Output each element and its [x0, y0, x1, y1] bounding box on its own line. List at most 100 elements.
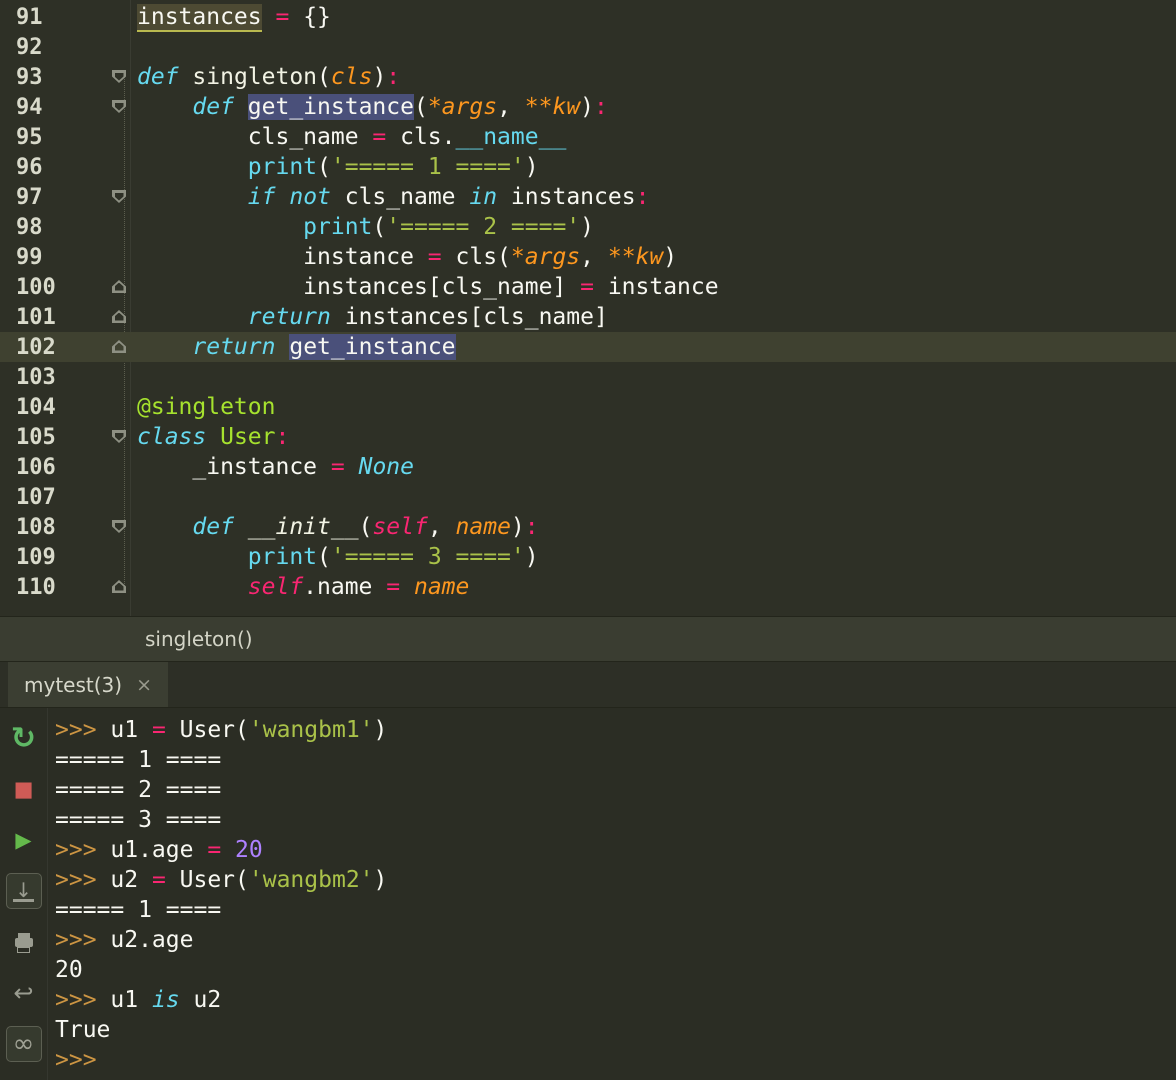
code-text[interactable]: return get_instance [130, 332, 456, 362]
code-line[interactable]: 107 [0, 482, 1176, 512]
code-line[interactable]: 95 cls_name = cls.__name__ [0, 122, 1176, 152]
fold-end-icon[interactable] [112, 310, 126, 323]
line-number[interactable]: 107 [0, 485, 56, 510]
code-text[interactable]: if not cls_name in instances: [130, 182, 650, 212]
soft-wrap-icon[interactable]: ↩ [6, 975, 42, 1011]
code-line[interactable]: 110 self.name = name [0, 572, 1176, 602]
line-number[interactable]: 96 [0, 155, 43, 180]
code-line[interactable]: 93 def singleton(cls): [0, 62, 1176, 92]
line-number[interactable]: 102 [0, 335, 56, 360]
console-output[interactable]: >>> u1 = User('wangbm1') ===== 1 ==== ====… [48, 708, 387, 1080]
gutter-cell[interactable]: 98 [0, 212, 130, 242]
gutter-cell[interactable]: 103 [0, 362, 130, 392]
fold-end-icon[interactable] [112, 340, 126, 353]
tab-console-mytest[interactable]: mytest(3) × [8, 662, 168, 707]
code-line[interactable]: 101 return instances[cls_name] [0, 302, 1176, 332]
gutter-cell[interactable]: 92 [0, 32, 130, 62]
gutter-cell[interactable]: 100 [0, 272, 130, 302]
gutter-cell[interactable]: 106 [0, 452, 130, 482]
scroll-to-end-icon[interactable]: ↓ [5, 873, 42, 909]
code-line[interactable]: 94 def get_instance(*args, **kw): [0, 92, 1176, 122]
code-text[interactable]: instance = cls(*args, **kw) [130, 242, 677, 272]
code-line[interactable]: 92 [0, 32, 1176, 62]
code-line[interactable]: 108 def __init__(self, name): [0, 512, 1176, 542]
gutter-cell[interactable]: 107 [0, 482, 130, 512]
print-icon[interactable] [6, 924, 42, 960]
code-text[interactable]: cls_name = cls.__name__ [130, 122, 567, 152]
gutter-cell[interactable]: 95 [0, 122, 130, 152]
code-text[interactable]: print('===== 1 ====') [130, 152, 539, 182]
code-text[interactable]: def singleton(cls): [130, 62, 400, 92]
gutter-cell[interactable]: 99 [0, 242, 130, 272]
line-number[interactable]: 99 [0, 245, 43, 270]
code-line[interactable]: 103 [0, 362, 1176, 392]
fold-end-icon[interactable] [112, 580, 126, 593]
gutter-cell[interactable]: 93 [0, 62, 130, 92]
breadcrumb-item[interactable]: singleton() [145, 627, 253, 651]
gutter-cell[interactable]: 91 [0, 2, 130, 32]
stop-icon[interactable]: ■ [6, 771, 42, 807]
fold-collapse-icon[interactable] [112, 100, 126, 113]
gutter-cell[interactable]: 108 [0, 512, 130, 542]
gutter-cell[interactable]: 104 [0, 392, 130, 422]
fold-collapse-icon[interactable] [112, 520, 126, 533]
code-line[interactable]: 97 if not cls_name in instances: [0, 182, 1176, 212]
gutter-cell[interactable]: 109 [0, 542, 130, 572]
code-text[interactable]: instances = {} [130, 2, 331, 32]
fold-collapse-icon[interactable] [112, 430, 126, 443]
fold-end-icon[interactable] [112, 280, 126, 293]
code-line[interactable]: 109 print('===== 3 ====') [0, 542, 1176, 572]
line-number[interactable]: 108 [0, 515, 56, 540]
code-text[interactable]: @singleton [130, 392, 275, 422]
line-number[interactable]: 100 [0, 275, 56, 300]
line-number[interactable]: 95 [0, 125, 43, 150]
line-number[interactable]: 93 [0, 65, 43, 90]
code-line[interactable]: 98 print('===== 2 ====') [0, 212, 1176, 242]
infinity-icon[interactable]: ∞ [5, 1026, 42, 1062]
line-number[interactable]: 101 [0, 305, 56, 330]
line-number[interactable]: 91 [0, 5, 43, 30]
line-number[interactable]: 104 [0, 395, 56, 420]
code-token: ) [524, 544, 539, 570]
gutter-cell[interactable]: 97 [0, 182, 130, 212]
close-icon[interactable]: × [136, 674, 152, 696]
code-line[interactable]: 99 instance = cls(*args, **kw) [0, 242, 1176, 272]
code-text[interactable]: print('===== 2 ====') [130, 212, 594, 242]
run-icon[interactable]: ▶ [6, 822, 42, 858]
gutter-cell[interactable]: 110 [0, 572, 130, 602]
line-number[interactable]: 94 [0, 95, 43, 120]
gutter-cell[interactable]: 105 [0, 422, 130, 452]
code-line[interactable]: 104 @singleton [0, 392, 1176, 422]
code-text[interactable]: _instance = None [130, 452, 414, 482]
gutter-cell[interactable]: 101 [0, 302, 130, 332]
code-line[interactable]: 105 class User: [0, 422, 1176, 452]
code-text[interactable]: self.name = name [130, 572, 470, 602]
code-text[interactable]: def __init__(self, name): [130, 512, 538, 542]
code-line[interactable]: 91 instances = {} [0, 2, 1176, 32]
line-number[interactable]: 105 [0, 425, 56, 450]
fold-collapse-icon[interactable] [112, 70, 126, 83]
gutter-cell[interactable]: 102 [0, 332, 130, 362]
code-line[interactable]: 100 instances[cls_name] = instance [0, 272, 1176, 302]
line-number[interactable]: 109 [0, 545, 56, 570]
code-line[interactable]: 96 print('===== 1 ====') [0, 152, 1176, 182]
code-editor[interactable]: 91 instances = {} 92 93 def singleton(cls): 9… [0, 0, 1176, 616]
code-text[interactable]: print('===== 3 ====') [130, 542, 539, 572]
line-number[interactable]: 92 [0, 35, 43, 60]
line-number[interactable]: 97 [0, 185, 43, 210]
line-number[interactable]: 110 [0, 575, 56, 600]
fold-collapse-icon[interactable] [112, 190, 126, 203]
code-text[interactable]: class User: [130, 422, 289, 452]
code-line[interactable]: 106 _instance = None [0, 452, 1176, 482]
code-token: @singleton [137, 394, 276, 420]
code-line[interactable]: 102 return get_instance [0, 332, 1176, 362]
gutter-cell[interactable]: 94 [0, 92, 130, 122]
code-text[interactable]: def get_instance(*args, **kw): [130, 92, 608, 122]
rerun-icon[interactable]: ↻ [6, 720, 42, 756]
code-text[interactable]: instances[cls_name] = instance [130, 272, 718, 302]
line-number[interactable]: 106 [0, 455, 56, 480]
line-number[interactable]: 103 [0, 365, 56, 390]
line-number[interactable]: 98 [0, 215, 43, 240]
code-text[interactable]: return instances[cls_name] [130, 302, 608, 332]
gutter-cell[interactable]: 96 [0, 152, 130, 182]
